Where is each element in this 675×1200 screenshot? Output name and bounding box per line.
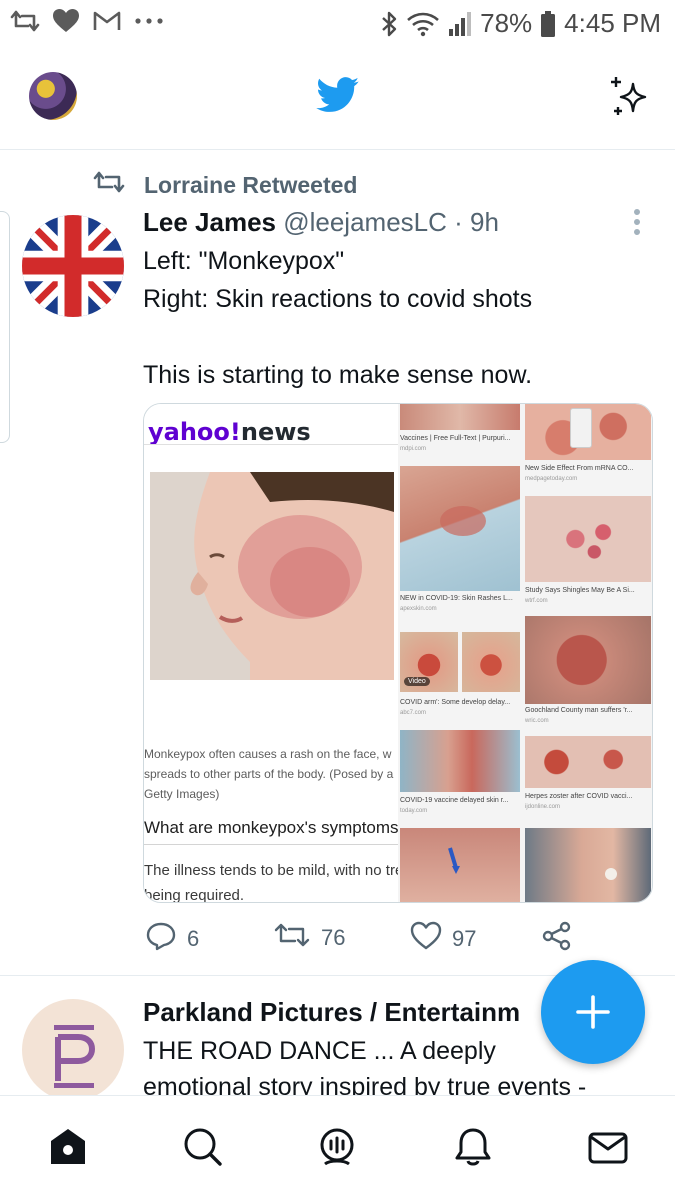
share-icon bbox=[541, 921, 573, 957]
result-thumb bbox=[525, 736, 651, 788]
tweet-text-line: This is starting to make sense now. bbox=[143, 361, 533, 389]
sparkle-icon[interactable] bbox=[606, 74, 652, 125]
more-dots-icon bbox=[134, 16, 164, 26]
status-bar-right: 78% 4:45 PM bbox=[380, 8, 661, 39]
tweet-text-line: Right: Skin reactions to covid shots bbox=[143, 285, 533, 313]
tweet-actions: 6 76 97 bbox=[143, 921, 643, 961]
author-name[interactable]: Lee James bbox=[143, 207, 276, 237]
result-caption: COVID arm': Some develop delay... abc7.co… bbox=[400, 699, 511, 716]
share-button[interactable] bbox=[541, 921, 573, 957]
retweet-notification-icon bbox=[10, 8, 40, 34]
status-bar: 78% 4:45 PM bbox=[0, 0, 675, 50]
result-thumb bbox=[462, 632, 520, 692]
result-thumb bbox=[525, 616, 651, 704]
tweet-text-line: Left: "Monkeypox" bbox=[143, 247, 345, 275]
result-thumb: Video bbox=[400, 632, 458, 692]
yahoo-news-logo: yahoo!news bbox=[148, 418, 311, 446]
compose-tweet-button[interactable] bbox=[541, 960, 645, 1064]
bluetooth-icon bbox=[380, 10, 398, 38]
photo-caption: Monkeypox often causes a rash on the fac… bbox=[144, 747, 394, 801]
messages-icon[interactable] bbox=[587, 1126, 629, 1173]
gmail-icon bbox=[92, 9, 122, 33]
author-name[interactable]: Parkland Pictures / Entertainm bbox=[143, 997, 520, 1028]
article-body: The illness tends to be mild, with no tr… bbox=[144, 862, 398, 903]
tweet-time: · 9h bbox=[454, 207, 499, 237]
tweet-author-line: Lee James @leejamesLC · 9h bbox=[143, 207, 643, 238]
result-caption: NEW in COVID-19: Skin Rashes L... apexski… bbox=[400, 595, 513, 612]
plus-icon bbox=[576, 995, 610, 1029]
reply-count: 6 bbox=[187, 926, 200, 951]
wifi-icon bbox=[406, 11, 440, 37]
image-search-results: Vaccines | Free Full-Text | Purpuri... md… bbox=[398, 404, 652, 902]
author-avatar[interactable] bbox=[22, 215, 124, 317]
result-caption: Vaccines | Free Full-Text | Purpuri... md… bbox=[400, 435, 511, 452]
child-rash-photo bbox=[150, 472, 394, 680]
result-thumb bbox=[400, 828, 520, 902]
author-avatar[interactable] bbox=[22, 999, 124, 1095]
signal-icon bbox=[448, 11, 472, 37]
tweet-media-image[interactable]: yahoo!news Monkeypox often causes a rash… bbox=[143, 403, 653, 903]
spaces-icon[interactable] bbox=[316, 1126, 358, 1173]
retweet-small-icon bbox=[92, 169, 126, 201]
yahoo-news-article: yahoo!news Monkeypox often causes a rash… bbox=[144, 404, 398, 903]
result-caption: Study Says Shingles May Be A Si... wtrf.c… bbox=[525, 587, 635, 604]
article-heading: What are monkeypox's symptoms bbox=[144, 818, 398, 837]
clock: 4:45 PM bbox=[564, 8, 661, 38]
app-header bbox=[0, 50, 675, 150]
search-icon[interactable] bbox=[182, 1126, 224, 1173]
result-caption: Herpes zoster after COVID vacci... ijdonl… bbox=[525, 793, 633, 810]
result-thumb bbox=[400, 730, 520, 792]
like-count: 97 bbox=[452, 926, 477, 951]
reply-icon bbox=[145, 921, 177, 957]
author-handle[interactable]: @leejamesLC bbox=[283, 207, 447, 237]
result-thumb bbox=[400, 466, 520, 591]
bottom-navigation bbox=[0, 1095, 675, 1200]
heart-icon bbox=[410, 921, 442, 957]
tweet-text-line: emotional story inspired by true events … bbox=[143, 1073, 587, 1095]
more-options-icon[interactable] bbox=[630, 209, 644, 239]
reply-button[interactable]: 6 bbox=[145, 921, 199, 957]
result-thumb bbox=[525, 404, 651, 460]
retweet-icon bbox=[273, 921, 311, 955]
notifications-icon[interactable] bbox=[452, 1126, 494, 1173]
status-bar-left bbox=[10, 8, 164, 34]
twitter-bird-icon[interactable] bbox=[316, 77, 360, 118]
like-button[interactable]: 97 bbox=[410, 921, 476, 957]
retweet-count: 76 bbox=[321, 925, 346, 950]
retweeted-by-row: Lorraine Retweeted bbox=[92, 169, 357, 201]
tweet[interactable]: Lorraine Retweeted Lee James @leejamesLC… bbox=[0, 151, 675, 976]
retweet-button[interactable]: 76 bbox=[273, 921, 345, 955]
result-thumb bbox=[525, 496, 651, 582]
tweet-content: Lee James @leejamesLC · 9h Left: "Monkey… bbox=[143, 207, 643, 394]
drawer-edge[interactable] bbox=[0, 211, 10, 443]
video-badge: Video bbox=[404, 677, 430, 686]
result-thumb bbox=[400, 404, 520, 430]
profile-avatar[interactable] bbox=[29, 72, 77, 120]
result-caption: Goochland County man suffers 'r... wric.c… bbox=[525, 707, 633, 724]
battery-icon bbox=[540, 10, 556, 38]
result-thumb bbox=[525, 828, 651, 902]
tweet-text: Left: "Monkeypox" Right: Skin reactions … bbox=[143, 242, 643, 394]
result-caption: New Side Effect From mRNA CO... medpageto… bbox=[525, 465, 634, 482]
retweeted-by-label: Lorraine Retweeted bbox=[144, 171, 358, 198]
battery-percent: 78% bbox=[480, 8, 533, 38]
home-icon[interactable] bbox=[47, 1126, 89, 1173]
result-caption: COVID-19 vaccine delayed skin r... today.… bbox=[400, 797, 509, 814]
heart-notification-icon bbox=[52, 8, 80, 34]
